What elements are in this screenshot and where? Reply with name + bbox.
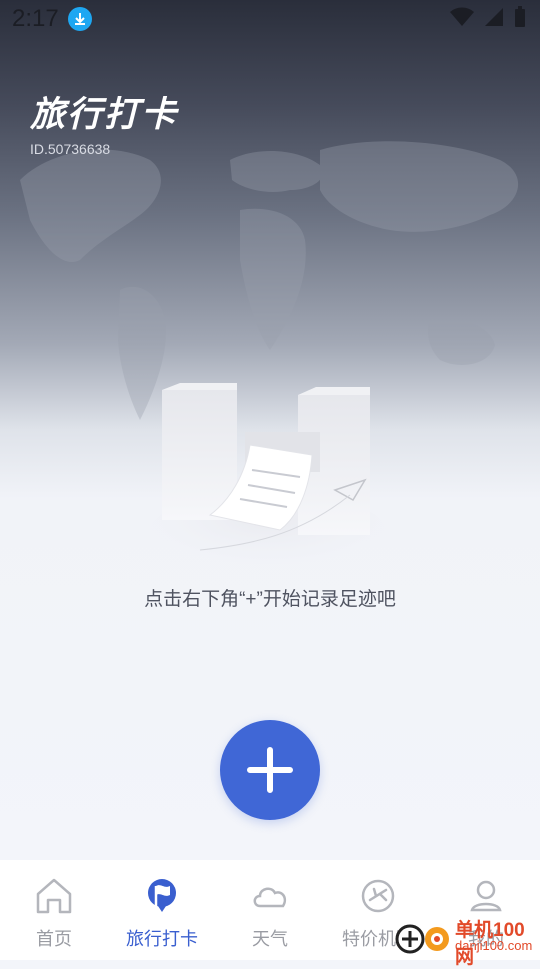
tab-weather[interactable]: 天气 <box>216 860 324 960</box>
download-badge-icon <box>68 7 92 31</box>
tab-checkin-label: 旅行打卡 <box>126 929 198 949</box>
plus-icon <box>247 747 293 793</box>
user-icon <box>470 880 502 912</box>
tab-home-label: 首页 <box>36 929 72 949</box>
status-bar: 2:17 <box>0 0 540 38</box>
tab-weather-label: 天气 <box>252 929 288 949</box>
tab-home[interactable]: 首页 <box>0 860 108 960</box>
user-id: ID.50736638 <box>30 141 111 157</box>
flag-icon <box>148 879 176 912</box>
wifi-icon <box>450 7 474 26</box>
empty-state-illustration <box>148 383 388 565</box>
battery-icon <box>515 6 525 27</box>
watermark-domain: danji100.com <box>455 938 533 953</box>
tab-checkin[interactable]: 旅行打卡 <box>108 860 216 960</box>
add-record-button[interactable] <box>220 720 320 820</box>
empty-state-message: 点击右下角“+”开始记录足迹吧 <box>144 589 396 610</box>
status-time: 2:17 <box>12 5 59 32</box>
signal-icon <box>485 8 503 26</box>
page-title: 旅行打卡 <box>30 95 179 134</box>
site-watermark: 单机100网 danji100.com <box>392 914 540 968</box>
home-icon <box>36 878 72 914</box>
watermark-logo-icon <box>395 924 449 954</box>
cloud-icon <box>253 887 287 908</box>
plane-icon <box>361 879 395 913</box>
